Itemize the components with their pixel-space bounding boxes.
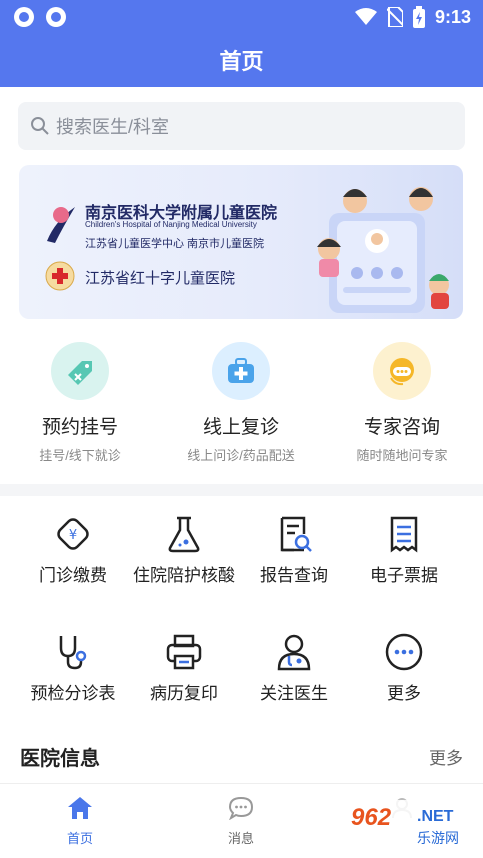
appointment-service[interactable]: 预约挂号 挂号/线下就诊: [5, 342, 155, 464]
tab-messages[interactable]: 消息: [201, 796, 281, 847]
service-icon-bg: [373, 342, 431, 400]
red-cross-badge-icon: [45, 261, 75, 291]
doctor-icon: [277, 634, 311, 671]
tab-label: 消息: [227, 831, 254, 846]
status-bar: 9:13: [0, 0, 483, 34]
tab-home[interactable]: 首页: [40, 796, 120, 847]
hospital-info-section: 医院信息 更多: [0, 742, 483, 780]
battery-icon: [412, 6, 425, 28]
grid-item-label: 住院陪护核酸: [133, 566, 235, 585]
tag-icon: [68, 361, 92, 385]
grid-item-label: 预检分诊表: [30, 684, 116, 703]
service-subtitle: 挂号/线下就诊: [39, 448, 121, 463]
hospital-info-more-link[interactable]: 更多: [429, 744, 463, 769]
main-services: 预约挂号 挂号/线下就诊 线上复诊 线上问诊/药品配送 专家咨询 随时随地问专家: [0, 342, 483, 472]
payment-icon: ¥: [57, 518, 89, 550]
watermark-cn: 乐游网: [417, 830, 459, 846]
svg-text:¥: ¥: [69, 528, 77, 543]
flask-icon: [168, 516, 200, 553]
hospital-subtitle: 江苏省儿童医学中心 南京市儿童医院: [85, 238, 265, 250]
more-icon: [385, 633, 423, 671]
printer-icon: [166, 634, 202, 670]
section-divider: [0, 484, 483, 496]
tab-label: 首页: [66, 831, 93, 846]
home-icon: [68, 797, 92, 819]
banner-illustration: [317, 187, 449, 313]
hospital-name-en: Children's Hospital of Nanjing Medical U…: [85, 220, 257, 229]
online-revisit-service[interactable]: 线上复诊 线上问诊/药品配送: [166, 342, 316, 464]
red-cross-hospital-name: 江苏省红十字儿童医院: [85, 270, 236, 287]
search-input[interactable]: 搜索医生/科室: [18, 102, 465, 150]
headset-icon: [390, 358, 414, 386]
search-placeholder: 搜索医生/科室: [56, 117, 170, 137]
page-title: 首页: [219, 49, 264, 74]
grid-item-report[interactable]: 报告查询: [239, 512, 349, 588]
no-sim-icon: [386, 7, 403, 27]
grid-item-label: 报告查询: [260, 566, 328, 585]
service-icon-bg: [212, 342, 270, 400]
grid-item-follow-doctor[interactable]: 关注医生: [239, 630, 349, 706]
service-title: 专家咨询: [363, 417, 440, 438]
grid-item-more[interactable]: 更多: [349, 630, 459, 706]
grid-item-payment[interactable]: ¥ 门诊缴费: [18, 512, 128, 588]
grid-item-label: 门诊缴费: [39, 566, 107, 585]
message-icon: [228, 796, 254, 821]
service-subtitle: 线上问诊/药品配送: [187, 448, 295, 463]
status-time: 9:13: [434, 6, 471, 27]
service-title: 线上复诊: [202, 417, 279, 438]
hospital-banner[interactable]: 南京医科大学附属儿童医院 Children's Hospital of Nanj…: [19, 165, 463, 319]
home-content: 搜索医生/科室 南京医科大学附属儿童医院 Children's Hospital…: [0, 87, 483, 783]
grid-item-triage[interactable]: 预检分诊表: [18, 630, 128, 706]
medkit-icon: [228, 358, 254, 383]
hospital-logo-icon: [47, 207, 75, 243]
app-header: 9:13 首页: [0, 0, 483, 87]
app-notification-icon: [14, 7, 34, 27]
expert-consult-service[interactable]: 专家咨询 随时随地问专家: [327, 342, 477, 464]
service-icon-bg: [51, 342, 109, 400]
grid-item-label: 电子票据: [370, 566, 438, 585]
site-watermark: 962 .NET 乐游网: [345, 800, 480, 852]
service-subtitle: 随时随地问专家: [356, 448, 448, 463]
grid-item-label: 关注医生: [260, 684, 328, 703]
app-notification-icon: [46, 7, 66, 27]
stethoscope-icon: [59, 636, 87, 670]
service-title: 预约挂号: [41, 417, 118, 438]
report-search-icon: [280, 516, 312, 552]
grid-item-e-receipt[interactable]: 电子票据: [349, 512, 459, 588]
search-icon: [31, 117, 49, 135]
grid-item-label: 更多: [387, 684, 421, 703]
grid-item-nucleic-acid[interactable]: 住院陪护核酸: [129, 512, 239, 588]
grid-item-record-copy[interactable]: 病历复印: [129, 630, 239, 706]
watermark-brand: 962: [351, 804, 392, 831]
watermark-domain: .NET: [417, 808, 454, 825]
wifi-icon: [354, 8, 377, 25]
section-title: 医院信息: [20, 748, 100, 770]
receipt-icon: [390, 516, 418, 553]
grid-item-label: 病历复印: [150, 684, 218, 703]
